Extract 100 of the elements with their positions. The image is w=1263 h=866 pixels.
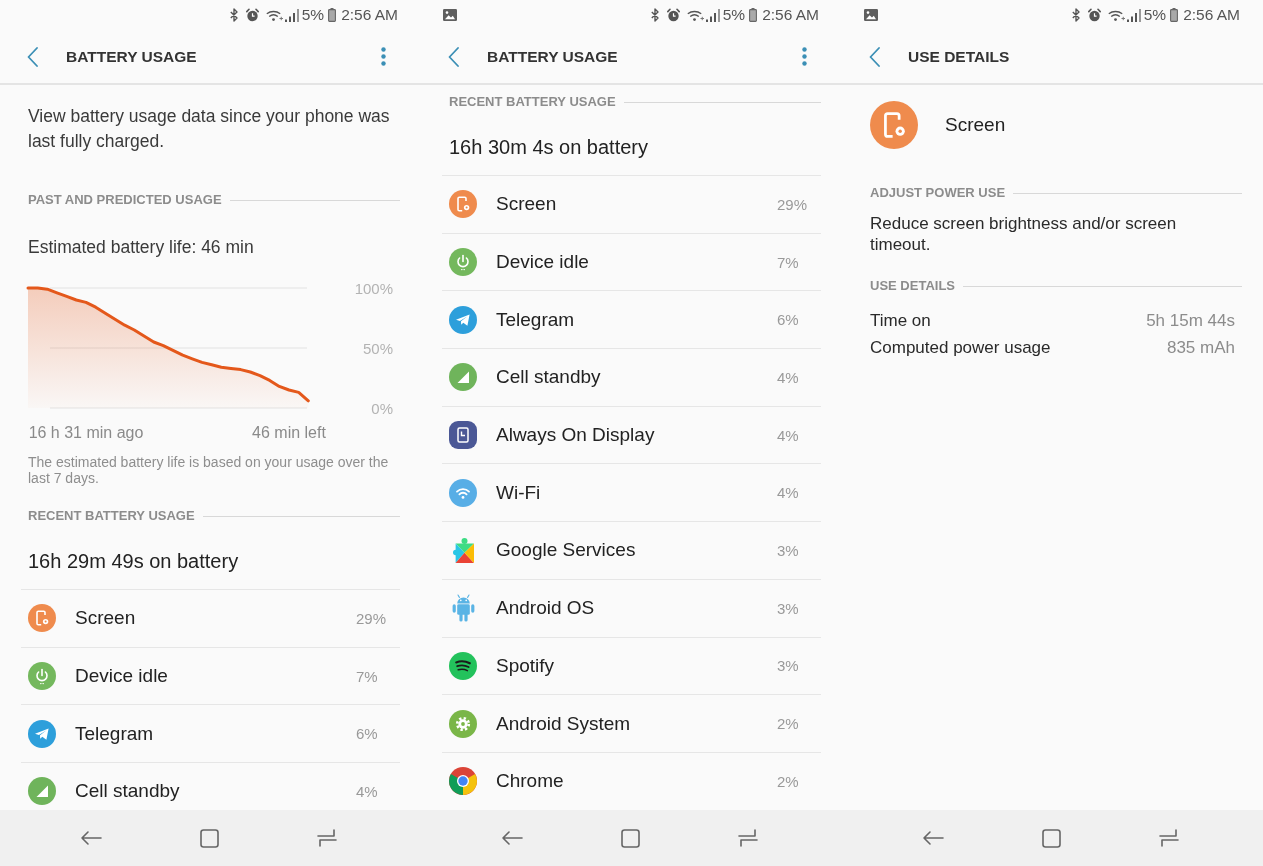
clock-time: 2:56 AM <box>341 6 398 24</box>
phone-gear-icon <box>449 190 477 219</box>
back-icon[interactable] <box>27 46 38 67</box>
app-name[interactable]: Always On Display <box>496 424 777 447</box>
back-icon[interactable] <box>80 830 102 846</box>
detail-label: Time on <box>870 309 931 332</box>
sound-waves-icon <box>449 651 477 680</box>
alarm-icon <box>666 8 680 22</box>
section-title: USE DETAILS <box>870 278 955 294</box>
app-name[interactable]: Android OS <box>496 597 777 620</box>
app-name[interactable]: Wi-Fi <box>496 481 777 504</box>
app-name[interactable]: Screen <box>496 193 777 216</box>
section-title: ADJUST POWER USE <box>870 185 1006 201</box>
battery-icon <box>749 8 758 22</box>
home-icon[interactable] <box>620 828 640 848</box>
app-name[interactable]: Google Services <box>496 539 777 562</box>
app-name[interactable]: Screen <box>75 607 356 630</box>
home-icon[interactable] <box>199 828 219 848</box>
usage-percent: 3% <box>777 541 800 559</box>
usage-percent: 4% <box>777 368 800 386</box>
alarm-icon <box>1087 8 1101 22</box>
puzzle-piece-icon <box>452 537 474 563</box>
power-icon <box>28 662 56 691</box>
tricolor-circle-icon <box>449 767 477 796</box>
usage-percent: 6% <box>777 311 800 329</box>
y-axis-label: 0% <box>371 399 393 417</box>
battery-icon <box>328 8 337 22</box>
signal-icon <box>705 8 720 22</box>
battery-time-text: 16h 29m 49s on battery <box>27 549 240 574</box>
estimate-text: Estimated battery life: 46 min <box>27 236 255 259</box>
alarm-icon <box>245 8 259 22</box>
section-title: RECENT BATTERY USAGE <box>449 94 616 110</box>
clock-time: 2:56 AM <box>1183 6 1240 24</box>
section-title: PAST AND PREDICTED USAGE <box>28 192 222 208</box>
usage-percent: 29% <box>356 609 388 627</box>
app-name[interactable]: Chrome <box>496 770 777 793</box>
wifi-icon <box>449 478 477 507</box>
app-name[interactable]: Cell standby <box>75 780 356 803</box>
usage-percent: 7% <box>356 667 379 685</box>
signal-icon <box>284 8 299 22</box>
wifi-icon <box>1107 8 1125 22</box>
app-name: Screen <box>945 114 1006 136</box>
recents-icon[interactable] <box>738 828 758 848</box>
paper-plane-icon <box>449 305 477 334</box>
y-axis-label: 50% <box>362 339 393 357</box>
more-options-icon[interactable] <box>802 47 807 66</box>
back-icon[interactable] <box>869 46 880 67</box>
phone-gear-icon <box>870 101 918 149</box>
battery-icon <box>1170 8 1179 22</box>
phone-gear-icon <box>28 604 56 633</box>
detail-value: 5h 15m 44s <box>1146 309 1235 332</box>
battery-percent: 5% <box>301 6 325 24</box>
usage-percent: 4% <box>777 426 800 444</box>
usage-percent: 3% <box>777 599 800 617</box>
usage-percent: 7% <box>777 253 800 271</box>
usage-percent: 29% <box>777 195 809 213</box>
x-axis-label: 46 min left <box>252 424 326 441</box>
signal-icon <box>28 777 56 806</box>
page-title: BATTERY USAGE <box>66 47 197 66</box>
app-name[interactable]: Telegram <box>496 308 777 331</box>
wifi-icon <box>686 8 704 22</box>
usage-percent: 4% <box>356 782 379 800</box>
tip-text: Reduce screen brightness and/or screen timeout. <box>869 212 1178 255</box>
power-icon <box>449 248 477 277</box>
usage-percent: 3% <box>777 657 800 675</box>
app-name[interactable]: Device idle <box>75 665 356 688</box>
app-name[interactable]: Spotify <box>496 654 777 677</box>
back-icon[interactable] <box>501 830 523 846</box>
battery-percent: 5% <box>722 6 746 24</box>
section-title: RECENT BATTERY USAGE <box>28 508 195 524</box>
app-name[interactable]: Cell standby <box>496 366 777 389</box>
wifi-icon <box>265 8 283 22</box>
clock-time: 2:56 AM <box>762 6 819 24</box>
app-name[interactable]: Device idle <box>496 251 777 274</box>
detail-label: Computed power usage <box>870 336 1051 359</box>
page-title: USE DETAILS <box>908 47 1010 66</box>
back-icon[interactable] <box>448 46 459 67</box>
usage-percent: 2% <box>777 772 800 790</box>
gear-icon <box>449 709 477 738</box>
x-axis-label: 16 h 31 min ago <box>28 424 144 441</box>
footnote-text: The estimated battery life is based on your usage over the last 7 days. <box>27 454 390 486</box>
battery-percent: 5% <box>1143 6 1167 24</box>
y-axis-label: 100% <box>354 279 393 297</box>
app-name[interactable]: Telegram <box>75 722 356 745</box>
detail-value: 835 mAh <box>1166 336 1235 359</box>
display-icon <box>449 421 477 450</box>
usage-percent: 2% <box>777 715 800 733</box>
back-icon[interactable] <box>922 830 944 846</box>
description-text: View battery usage data since your phone was last fully charged. <box>27 104 391 153</box>
more-options-icon[interactable] <box>381 47 386 66</box>
recents-icon[interactable] <box>317 828 337 848</box>
bluetooth-icon <box>650 8 659 22</box>
app-name[interactable]: Android System <box>496 712 777 735</box>
home-icon[interactable] <box>1041 828 1061 848</box>
usage-percent: 4% <box>777 484 800 502</box>
recents-icon[interactable] <box>1159 828 1179 848</box>
paper-plane-icon <box>28 719 56 748</box>
signal-icon <box>449 363 477 392</box>
bluetooth-icon <box>1071 8 1080 22</box>
page-title: BATTERY USAGE <box>487 47 618 66</box>
